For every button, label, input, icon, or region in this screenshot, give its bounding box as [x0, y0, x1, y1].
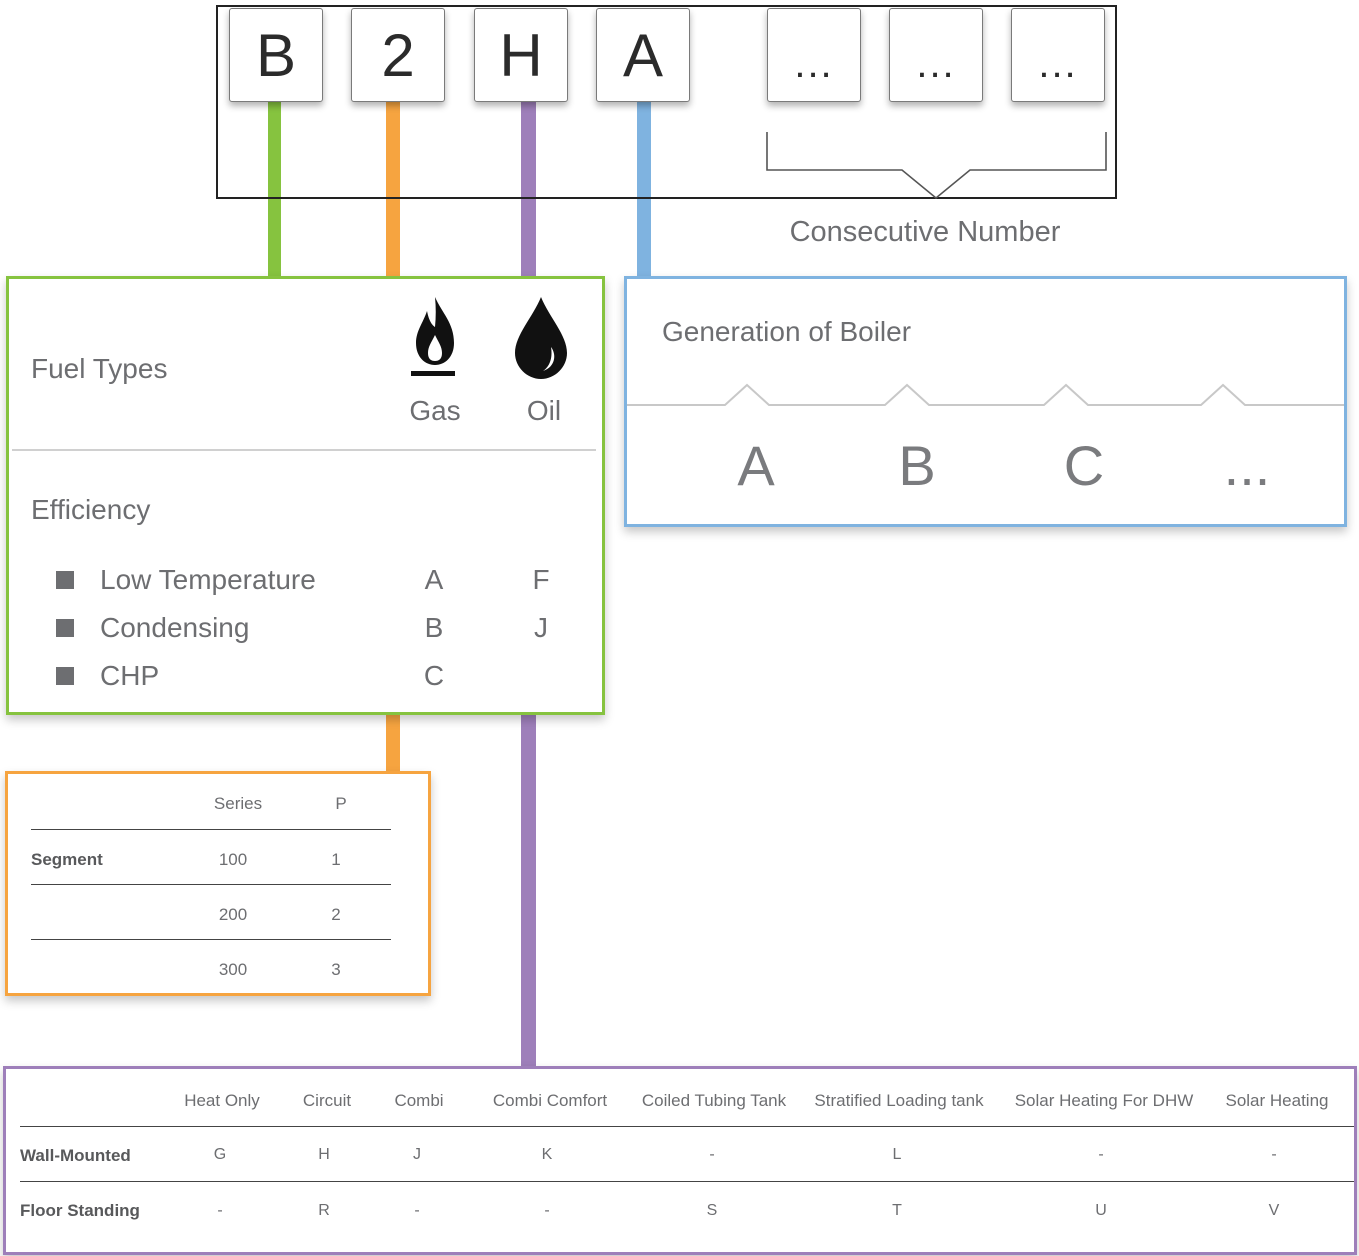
type-rule: [20, 1126, 1354, 1127]
efficiency-row-label: CHP: [100, 660, 160, 691]
type-column-header: Coiled Tubing Tank: [641, 1091, 787, 1110]
code-box-consecutive-3: ...: [1011, 8, 1105, 102]
flame-icon: [411, 297, 455, 376]
code-dots: ...: [916, 41, 956, 86]
type-cell: L: [892, 1146, 902, 1163]
type-cell: -: [1271, 1146, 1277, 1163]
type-cell: K: [541, 1146, 553, 1163]
type-row-label-wall-mounted: Wall-Mounted: [20, 1146, 131, 1165]
generation-letter: A: [737, 434, 775, 497]
fuel-efficiency-box: Fuel Types Gas Oil Efficiency Low Temper…: [6, 276, 605, 715]
generation-wave-line: [627, 383, 1344, 406]
type-cell: H: [318, 1146, 330, 1163]
generation-letter: ...: [1223, 434, 1271, 497]
segment-p-value: 3: [331, 960, 341, 979]
efficiency-oil-code: F: [532, 564, 550, 595]
code-letter: 2: [381, 21, 415, 89]
efficiency-row-label: Low Temperature: [100, 564, 316, 595]
efficiency-gas-code: C: [423, 660, 445, 691]
efficiency-gas-code: A: [424, 564, 444, 595]
segment-connector-bottom: [386, 714, 400, 773]
segment-series-value: 300: [218, 960, 248, 979]
segment-p-value: 1: [331, 850, 341, 869]
type-cell: R: [318, 1202, 330, 1219]
type-cell: V: [1268, 1202, 1280, 1219]
generation-letter: C: [1063, 434, 1105, 497]
type-cell: -: [544, 1202, 550, 1219]
generation-letter: B: [898, 434, 936, 497]
p-header: P: [335, 794, 347, 813]
code-box-consecutive-1: ...: [767, 8, 861, 102]
efficiency-title: Efficiency: [31, 494, 151, 525]
bullet-square: [56, 667, 74, 685]
type-cell: -: [217, 1202, 223, 1219]
code-letter: H: [499, 21, 543, 89]
segment-rule: [31, 884, 391, 885]
type-column-header: Stratified Loading tank: [814, 1091, 984, 1110]
code-letter: B: [255, 21, 297, 89]
code-letter: A: [622, 21, 664, 89]
efficiency-gas-code: B: [424, 612, 444, 643]
fuel-types-title: Fuel Types: [31, 353, 168, 384]
oil-label: Oil: [526, 395, 562, 426]
type-cell: U: [1095, 1202, 1107, 1219]
segment-rule: [31, 939, 391, 940]
type-cell: T: [892, 1202, 902, 1219]
type-cell: -: [414, 1202, 420, 1219]
type-cell: -: [709, 1146, 715, 1163]
code-dots: ...: [794, 41, 834, 86]
boiler-type-box: Heat Only Circuit Combi Combi Comfort Co…: [3, 1066, 1357, 1255]
type-column-header: Solar Heating: [1225, 1091, 1329, 1110]
oil-drop-icon: [515, 297, 567, 379]
type-row-label-floor-standing: Floor Standing: [20, 1201, 140, 1220]
consecutive-number-label: Consecutive Number: [789, 216, 1061, 248]
generation-box: Generation of Boiler A B C ...: [624, 276, 1347, 527]
type-cell: S: [706, 1202, 718, 1219]
efficiency-row-label: Condensing: [100, 612, 250, 643]
segment-series-value: 100: [218, 850, 248, 869]
code-dots: ...: [1038, 41, 1078, 86]
type-cell: J: [413, 1146, 421, 1163]
gas-label: Gas: [409, 395, 461, 426]
bullet-square: [56, 571, 74, 589]
efficiency-oil-code: J: [534, 612, 548, 643]
segment-p-value: 2: [331, 905, 341, 924]
type-cell: -: [1098, 1146, 1104, 1163]
segment-rule: [31, 829, 391, 830]
bullet-square: [56, 619, 74, 637]
segment-series-value: 200: [218, 905, 248, 924]
type-cell: G: [213, 1146, 227, 1163]
generation-title: Generation of Boiler: [662, 316, 912, 347]
fuel-divider: [12, 449, 596, 451]
type-connector-bottom: [521, 714, 536, 1068]
code-box-segment: 2: [351, 8, 445, 102]
code-box-fuel: B: [229, 8, 323, 102]
segment-box: Series P Segment 100 1 200 2 300 3: [5, 771, 431, 996]
code-box-type: H: [474, 8, 568, 102]
series-header: Series: [213, 794, 263, 813]
code-box-generation: A: [596, 8, 690, 102]
type-rule: [20, 1181, 1354, 1182]
type-column-header: Solar Heating For DHW: [1014, 1091, 1194, 1110]
segment-row-label: Segment: [31, 850, 103, 869]
consecutive-brace: [766, 132, 1107, 200]
code-box-consecutive-2: ...: [889, 8, 983, 102]
